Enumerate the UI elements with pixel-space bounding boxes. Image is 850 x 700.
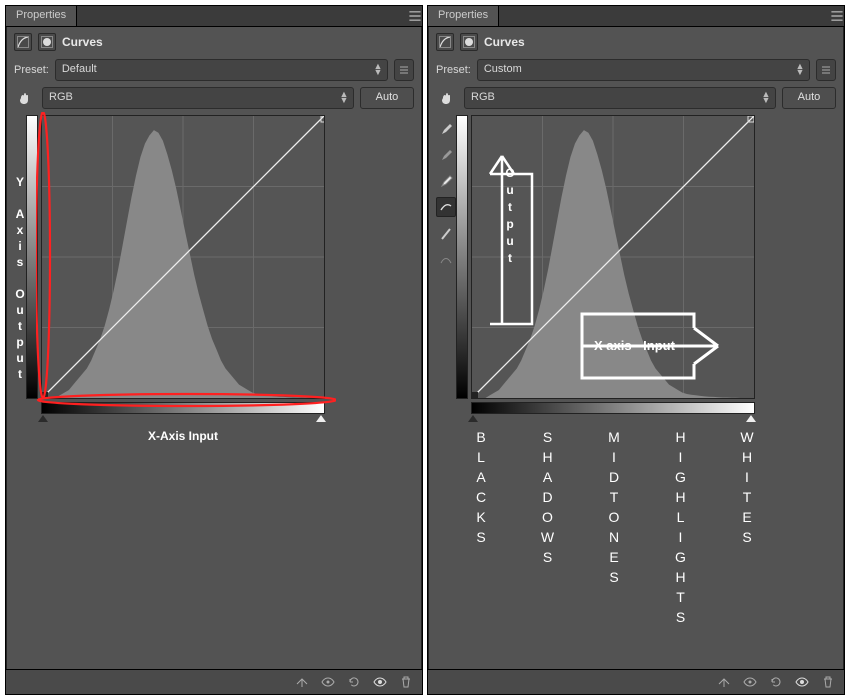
tonal-label-whites: WHITES: [739, 429, 755, 629]
visibility-icon[interactable]: [372, 674, 388, 690]
input-slider[interactable]: [471, 415, 753, 423]
edit-points-icon[interactable]: [436, 197, 456, 217]
panel-menu-icon[interactable]: [408, 6, 422, 26]
eyedropper-black-icon[interactable]: [437, 119, 455, 137]
on-image-adjust-icon[interactable]: [14, 88, 36, 108]
chevron-updown-icon: ▲▼: [795, 63, 805, 75]
input-slider[interactable]: [41, 415, 323, 423]
input-arrow-label: X axis - Input: [594, 338, 675, 353]
channel-select[interactable]: RGB ▲▼: [464, 87, 776, 109]
auto-button[interactable]: Auto: [782, 87, 836, 109]
tonal-label-midtones: MIDTONES: [606, 429, 622, 629]
curves-canvas[interactable]: Output X axis - Input: [471, 115, 755, 399]
eyedropper-white-icon[interactable]: [437, 171, 455, 189]
tonal-label-shadows: SHADOWS: [540, 429, 556, 629]
curves-graph-area: Output X axis - Input BLACKS SHADOWS MID…: [428, 115, 844, 629]
tonal-range-labels: BLACKS SHADOWS MIDTONES HIGHLIGHTS WHITE…: [471, 429, 757, 629]
clip-to-layer-icon[interactable]: [716, 674, 732, 690]
panel-menu-icon[interactable]: [830, 6, 844, 26]
adjustment-title-row: Curves: [6, 27, 422, 59]
preset-select[interactable]: Custom ▲▼: [477, 59, 810, 81]
trash-icon[interactable]: [398, 674, 414, 690]
preset-row: Preset: Default ▲▼: [6, 59, 422, 87]
preset-label: Preset:: [14, 64, 49, 76]
x-axis-label: X-Axis Input: [41, 429, 325, 443]
panel-footer: [6, 669, 422, 694]
smooth-curve-icon[interactable]: [437, 251, 455, 269]
curves-canvas[interactable]: [41, 115, 325, 399]
view-previous-icon[interactable]: [742, 674, 758, 690]
chevron-updown-icon: ▲▼: [761, 91, 771, 103]
panel-tab-bar: Properties: [6, 6, 422, 27]
channel-row: RGB ▲▼ Auto: [428, 87, 844, 115]
chevron-updown-icon: ▲▼: [339, 91, 349, 103]
on-image-adjust-icon[interactable]: [436, 88, 458, 108]
auto-button[interactable]: Auto: [360, 87, 414, 109]
preset-select[interactable]: Default ▲▼: [55, 59, 388, 81]
reset-icon[interactable]: [346, 674, 362, 690]
panel-footer: [428, 669, 844, 694]
adjustment-title-row: Curves: [428, 27, 844, 59]
tab-properties[interactable]: Properties: [6, 6, 77, 26]
properties-panel-left: Properties Curves Preset: Default ▲▼: [5, 5, 423, 695]
input-gradient: [471, 402, 755, 414]
draw-curve-icon[interactable]: [437, 225, 455, 243]
preset-row: Preset: Custom ▲▼: [428, 59, 844, 87]
view-previous-icon[interactable]: [320, 674, 336, 690]
adjustment-title: Curves: [62, 35, 103, 49]
preset-menu-button[interactable]: [816, 59, 836, 81]
clip-to-layer-icon[interactable]: [294, 674, 310, 690]
channel-row: RGB ▲▼ Auto: [6, 87, 422, 115]
output-gradient: [456, 115, 468, 399]
input-gradient: [41, 402, 325, 414]
sampler-toolstrip: [436, 115, 456, 629]
channel-select[interactable]: RGB ▲▼: [42, 87, 354, 109]
preset-label: Preset:: [436, 64, 471, 76]
reset-icon[interactable]: [768, 674, 784, 690]
adjustment-layer-icon[interactable]: [14, 33, 32, 51]
tab-properties[interactable]: Properties: [428, 6, 499, 26]
y-axis-label: Y Axis Output: [14, 115, 26, 443]
layer-mask-icon[interactable]: [38, 33, 56, 51]
curves-graph-area: Y Axis Output: [6, 115, 422, 443]
adjustment-layer-icon[interactable]: [436, 33, 454, 51]
tonal-label-highlights: HIGHLIGHTS: [673, 429, 689, 629]
preset-menu-button[interactable]: [394, 59, 414, 81]
adjustment-title: Curves: [484, 35, 525, 49]
visibility-icon[interactable]: [794, 674, 810, 690]
layer-mask-icon[interactable]: [460, 33, 478, 51]
output-arrow-label: Output: [503, 166, 517, 268]
trash-icon[interactable]: [820, 674, 836, 690]
eyedropper-gray-icon[interactable]: [437, 145, 455, 163]
properties-panel-right: Properties Curves Preset: Custom ▲▼: [427, 5, 845, 695]
chevron-updown-icon: ▲▼: [373, 63, 383, 75]
tonal-label-blacks: BLACKS: [473, 429, 489, 629]
panel-tab-bar: Properties: [428, 6, 844, 27]
output-gradient: [26, 115, 38, 399]
